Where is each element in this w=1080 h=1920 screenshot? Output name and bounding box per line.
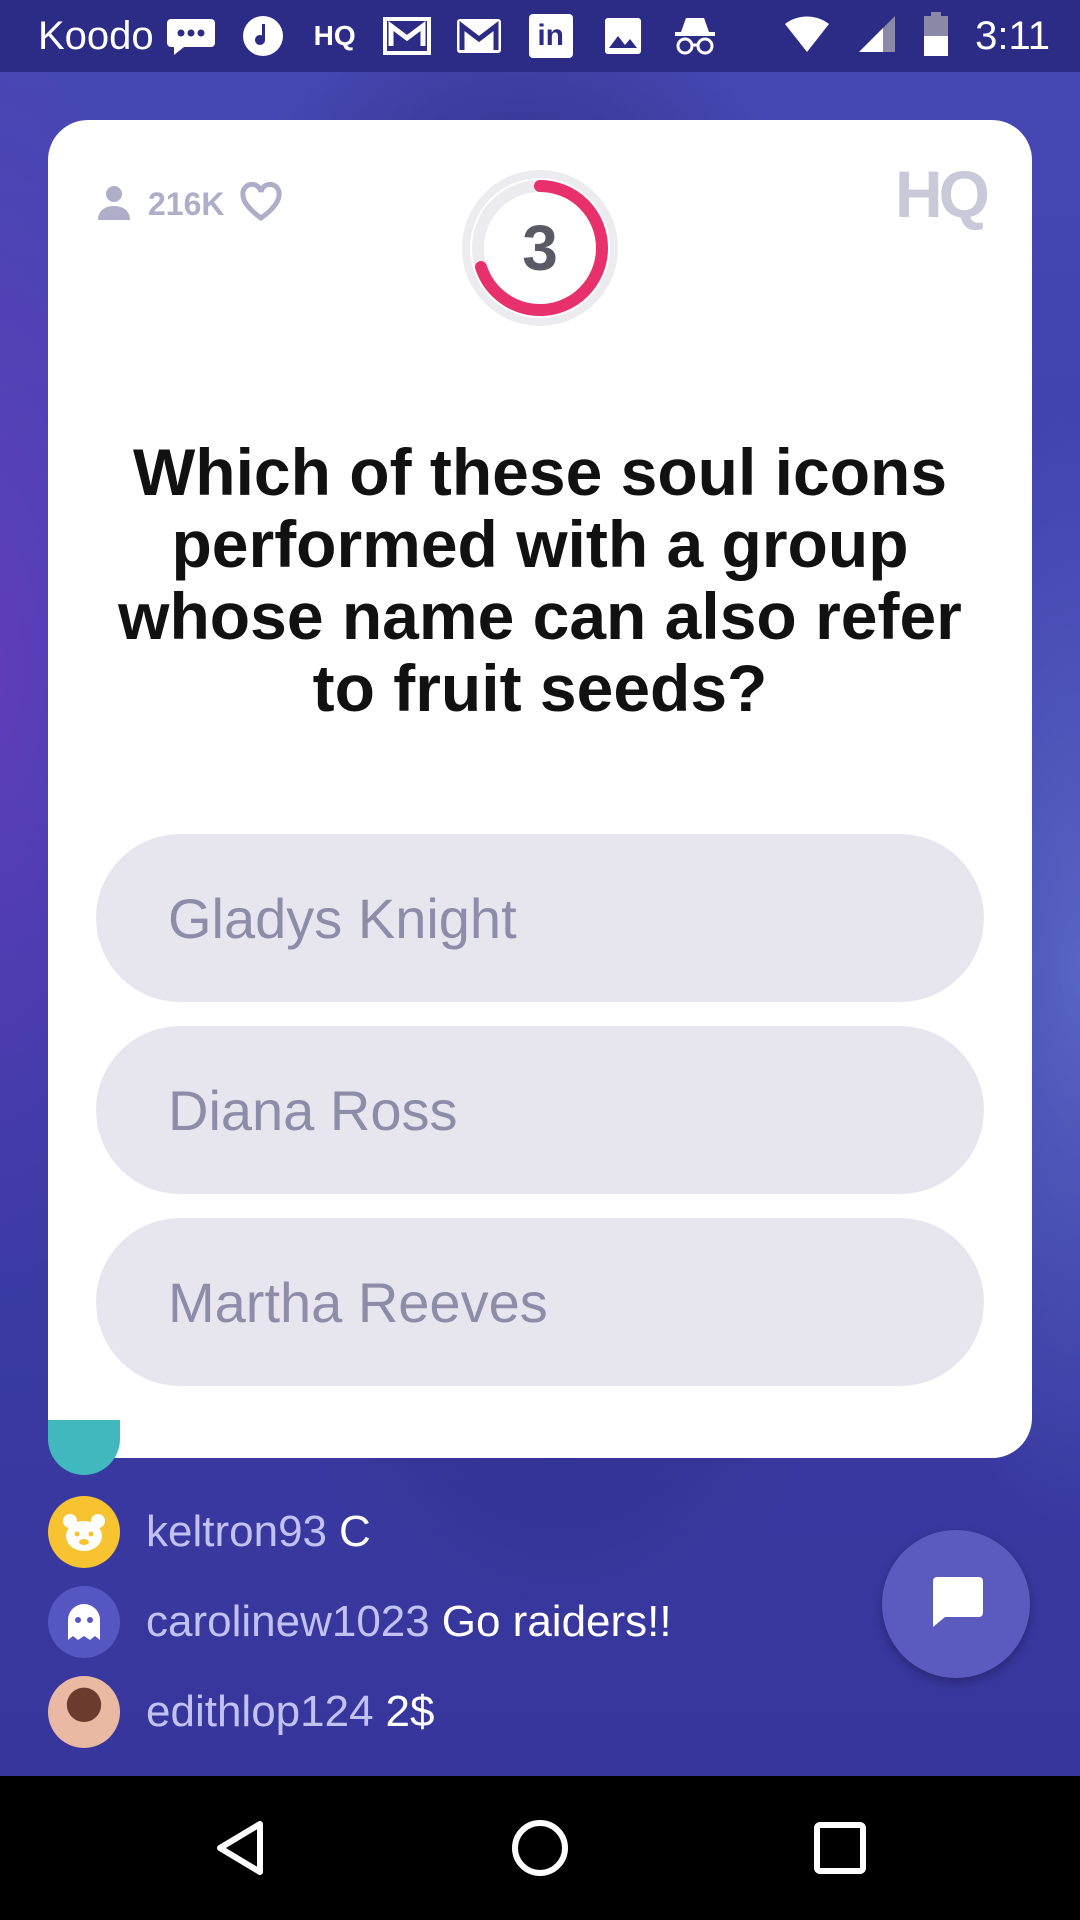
navigation-bar bbox=[0, 1776, 1080, 1920]
incognito-icon bbox=[670, 15, 720, 57]
chat-bubble-icon bbox=[927, 1573, 985, 1635]
heart-icon[interactable] bbox=[239, 181, 283, 226]
hq-logo: HQ bbox=[895, 157, 990, 231]
answer-option-2[interactable]: Diana Ross bbox=[96, 1026, 984, 1194]
status-bar: Koodo HQ in 3:11 bbox=[0, 0, 1080, 72]
chat-username: carolinew1023 bbox=[146, 1597, 430, 1646]
viewer-counter: 216K bbox=[94, 181, 283, 226]
wifi-icon bbox=[783, 14, 831, 58]
messaging-icon bbox=[166, 15, 216, 57]
chat-text: 2$ bbox=[385, 1687, 435, 1736]
chat-message: carolinew1023 Go raiders!! bbox=[48, 1586, 672, 1658]
countdown-number: 3 bbox=[522, 212, 558, 284]
carrier-name: Koodo bbox=[38, 13, 154, 58]
hq-app-icon-text: HQ bbox=[313, 20, 356, 51]
question-card: 216K 3 HQ Which of these soul icons perf… bbox=[48, 120, 1032, 1458]
chat-message: edithlop124 2$ bbox=[48, 1676, 435, 1748]
clock: 3:11 bbox=[975, 13, 1050, 58]
answer-option-1[interactable]: Gladys Knight bbox=[96, 834, 984, 1002]
signal-icon bbox=[857, 14, 897, 58]
chat-text: C bbox=[339, 1507, 371, 1556]
linkedin-icon: in bbox=[526, 14, 576, 58]
mailbox-icon bbox=[382, 15, 432, 57]
back-icon[interactable] bbox=[204, 1812, 276, 1884]
chat-text: Go raiders!! bbox=[441, 1597, 672, 1646]
recents-icon[interactable] bbox=[804, 1812, 876, 1884]
photo-avatar bbox=[48, 1676, 120, 1748]
notification-icons: HQ in bbox=[166, 14, 720, 58]
answer-option-3[interactable]: Martha Reeves bbox=[96, 1218, 984, 1386]
hq-app-icon: HQ bbox=[310, 15, 360, 57]
gallery-icon bbox=[598, 15, 648, 57]
chat-username: edithlop124 bbox=[146, 1687, 374, 1736]
question-text: Which of these soul icons performed with… bbox=[118, 435, 962, 725]
countdown-timer: 3 bbox=[458, 166, 622, 330]
linkedin-icon-text: in bbox=[537, 19, 564, 52]
battery-icon bbox=[923, 12, 949, 60]
viewer-count: 216K bbox=[148, 185, 225, 222]
chat-message: keltron93 C bbox=[48, 1496, 371, 1568]
music-icon bbox=[238, 15, 288, 57]
person-icon bbox=[94, 182, 134, 226]
bear-avatar-icon bbox=[48, 1496, 120, 1568]
ghost-avatar-icon bbox=[48, 1586, 120, 1658]
gmail-icon bbox=[454, 15, 504, 57]
chat-username: keltron93 bbox=[146, 1507, 328, 1556]
home-icon[interactable] bbox=[504, 1812, 576, 1884]
chat-button[interactable] bbox=[882, 1530, 1030, 1678]
